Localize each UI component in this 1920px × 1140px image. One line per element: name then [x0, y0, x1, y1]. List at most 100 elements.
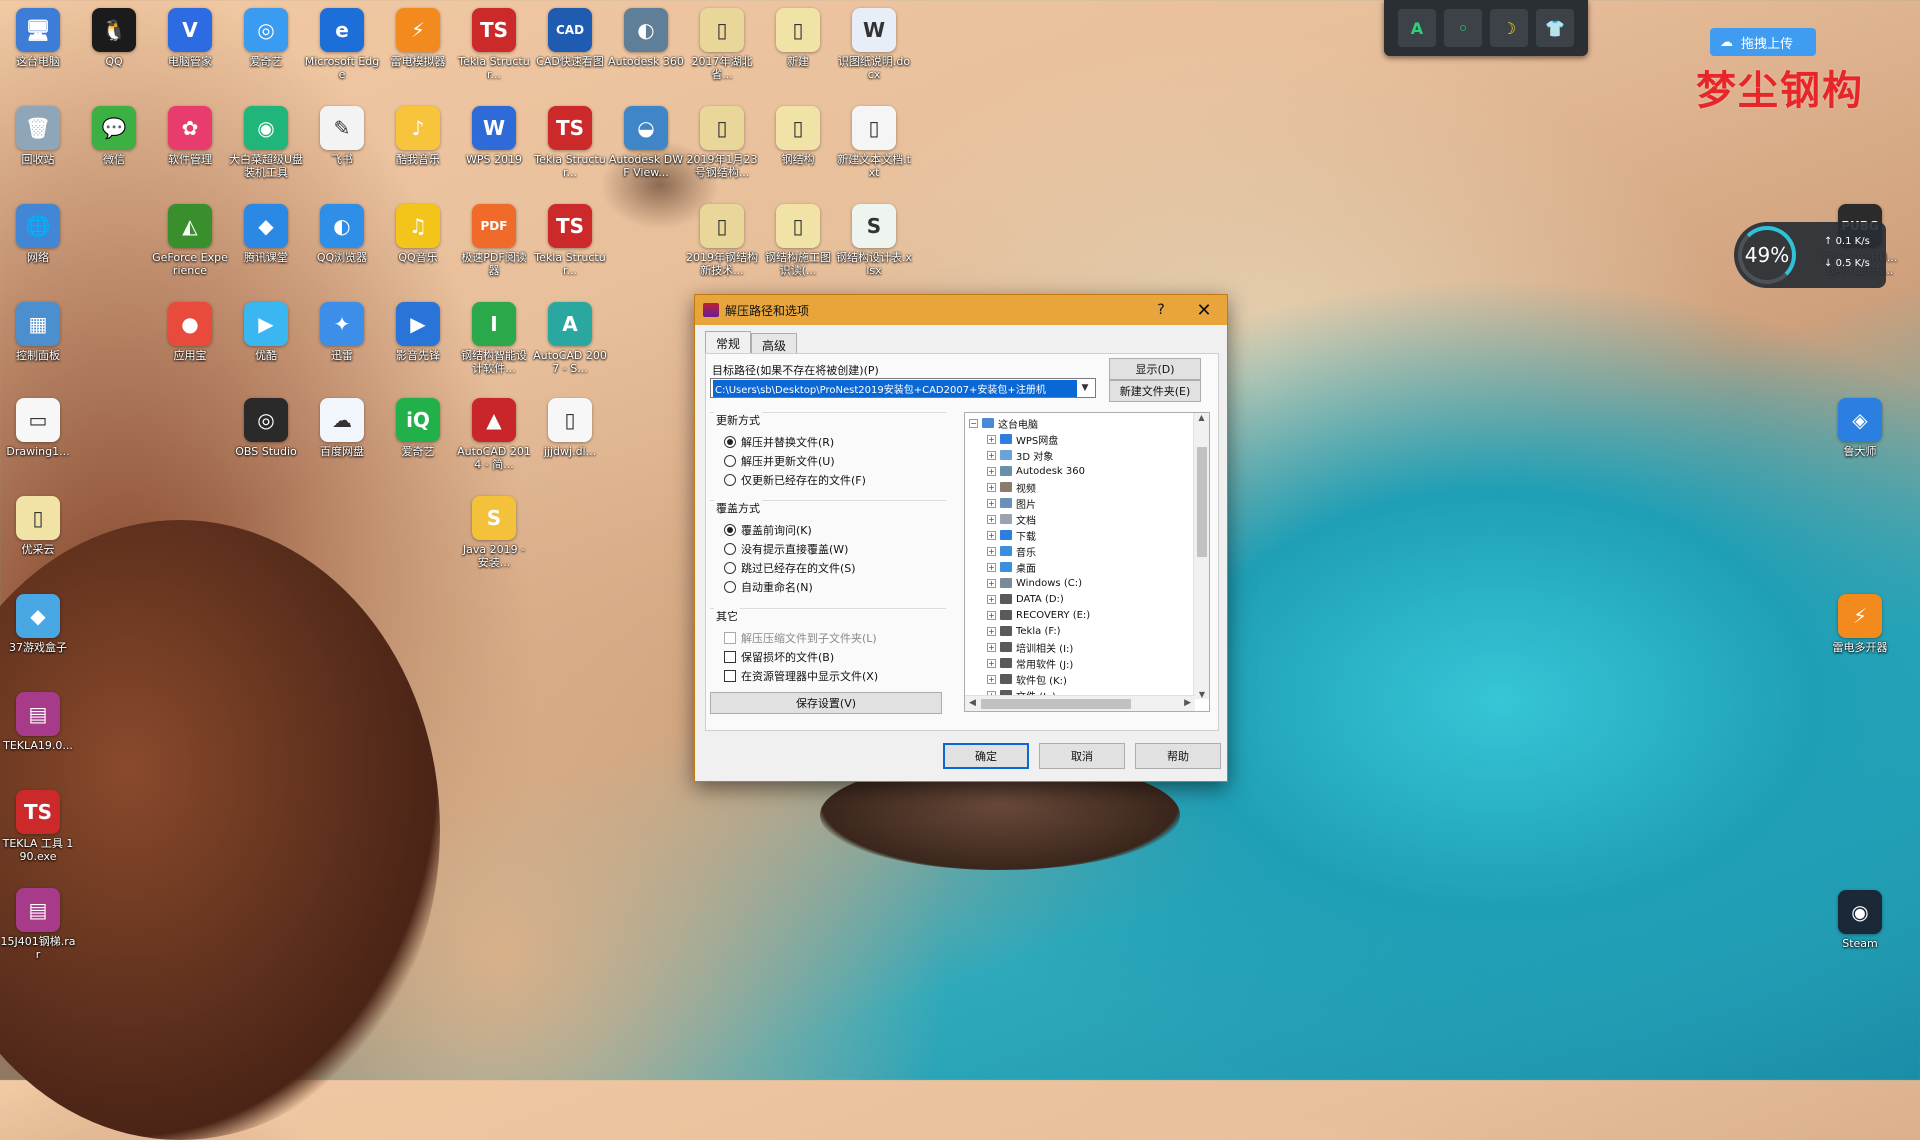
- desktop-icon[interactable]: W WPS 2019: [456, 106, 532, 166]
- desktop-icon[interactable]: TS TEKLA 工具 190.exe: [0, 790, 76, 863]
- expand-icon[interactable]: +: [987, 674, 996, 684]
- radio-option[interactable]: 仅更新已经存在的文件(F): [710, 470, 946, 489]
- desktop-icon[interactable]: ▯ 新建文本文档.txt: [836, 106, 912, 179]
- desktop-icon[interactable]: 🗑 回收站: [0, 106, 76, 166]
- radio-button[interactable]: [724, 561, 736, 574]
- desktop-icon[interactable]: ▶ 优酷: [228, 302, 304, 362]
- tree-node[interactable]: + Tekla (F:): [969, 623, 1209, 639]
- expand-icon[interactable]: +: [987, 530, 996, 540]
- chevron-down-icon[interactable]: ▼: [1077, 383, 1093, 393]
- desktop-icon[interactable]: 🖥 这台电脑: [0, 8, 76, 68]
- desktop-icon[interactable]: ⚡ 雷电模拟器: [380, 8, 456, 68]
- expand-icon[interactable]: +: [987, 594, 996, 604]
- desktop-icon[interactable]: ✿ 软件管理: [152, 106, 228, 166]
- expand-icon[interactable]: +: [987, 578, 996, 588]
- desktop-icon[interactable]: ▯ 2019年钢结构新技术...: [684, 204, 760, 277]
- tree-node[interactable]: + 桌面: [969, 559, 1209, 575]
- desktop-icon[interactable]: ◭ GeForce Experience: [152, 204, 228, 277]
- desktop-icon[interactable]: ▯ 钢结构: [760, 106, 836, 166]
- desktop-icon[interactable]: PDF 极速PDF阅读器: [456, 204, 532, 277]
- desktop-icon[interactable]: ● 应用宝: [152, 302, 228, 362]
- desktop-icon[interactable]: ◐ QQ浏览器: [304, 204, 380, 264]
- tree-hscroll-thumb[interactable]: [981, 699, 1131, 709]
- tree-node[interactable]: + Windows (C:): [969, 575, 1209, 591]
- toolbar-dots-button[interactable]: ◦: [1444, 9, 1482, 47]
- desktop-icon[interactable]: ☁ 百度网盘: [304, 398, 380, 458]
- desktop-icon[interactable]: ◒ Autodesk DWF View...: [608, 106, 684, 179]
- radio-button[interactable]: [724, 542, 736, 555]
- expand-icon[interactable]: +: [987, 434, 996, 444]
- expand-icon[interactable]: +: [987, 466, 996, 476]
- tree-node[interactable]: + 下载: [969, 527, 1209, 543]
- radio-button[interactable]: [724, 523, 736, 536]
- checkbox[interactable]: [724, 650, 736, 663]
- desktop-icon[interactable]: S Java 2019 - 安装...: [456, 496, 532, 569]
- radio-option[interactable]: 解压并更新文件(U): [710, 451, 946, 470]
- desktop-icon[interactable]: ▦ 控制面板: [0, 302, 76, 362]
- expand-icon[interactable]: +: [987, 514, 996, 524]
- desktop-icon[interactable]: ▯ 新建: [760, 8, 836, 68]
- toolbar-a-button[interactable]: A: [1398, 9, 1436, 47]
- desktop-icon[interactable]: e Microsoft Edge: [304, 8, 380, 81]
- desktop-icon[interactable]: ▤ 15J401钢梯.rar: [0, 888, 76, 961]
- checkbox-option[interactable]: 保留损坏的文件(B): [710, 647, 946, 666]
- desktop-icon[interactable]: 💬 微信: [76, 106, 152, 166]
- expand-icon[interactable]: +: [987, 482, 996, 492]
- folder-tree[interactable]: − 这台电脑 + WPS网盘 +3D 对象 + Autodesk 360 + 视频 + 图片 + 文档 +…: [964, 412, 1210, 712]
- help-button[interactable]: 帮助: [1135, 743, 1221, 769]
- expand-icon[interactable]: +: [987, 626, 996, 636]
- radio-option[interactable]: 跳过已经存在的文件(S): [710, 558, 946, 577]
- desktop-icon[interactable]: V 电脑管家: [152, 8, 228, 68]
- desktop-icon[interactable]: ♪ 酷我音乐: [380, 106, 456, 166]
- performance-widget[interactable]: 49% ↑ 0.1 K/s ↓ 0.5 K/s: [1734, 222, 1886, 288]
- expand-icon[interactable]: +: [987, 562, 996, 572]
- desktop-icon[interactable]: ◈ 鲁大师: [1822, 398, 1898, 458]
- new-folder-button[interactable]: 新建文件夹(E): [1109, 380, 1201, 402]
- tree-node[interactable]: − 这台电脑: [969, 415, 1209, 431]
- desktop-icon[interactable]: TS Tekla Structur...: [532, 106, 608, 179]
- desktop-icon[interactable]: ▭ Drawing1...: [0, 398, 76, 458]
- desktop-icon[interactable]: W 识图纸说明.docx: [836, 8, 912, 81]
- desktop-icon[interactable]: ⚡ 雷电多开器: [1822, 594, 1898, 654]
- desktop-icon[interactable]: ▯ 2019年1月23号钢结构...: [684, 106, 760, 179]
- tree-node[interactable]: + 培训相关 (I:): [969, 639, 1209, 655]
- scroll-down-icon[interactable]: ▼: [1194, 690, 1209, 699]
- desktop-icon[interactable]: ▶ 影音先锋: [380, 302, 456, 362]
- expand-icon[interactable]: +: [987, 610, 996, 620]
- radio-option[interactable]: 解压并替换文件(R): [710, 432, 946, 451]
- checkbox-option[interactable]: 在资源管理器中显示文件(X): [710, 666, 946, 685]
- dialog-titlebar[interactable]: 解压路径和选项 ? ✕: [695, 295, 1227, 325]
- drag-upload-button[interactable]: ☁ 拖拽上传: [1710, 28, 1816, 56]
- desktop-icon[interactable]: ▯ 2017年湖北省...: [684, 8, 760, 81]
- desktop-icon[interactable]: TS Tekla Structur...: [532, 204, 608, 277]
- desktop-icon[interactable]: ▯ 优采云: [0, 496, 76, 556]
- desktop-icon[interactable]: ◎ 爱奇艺: [228, 8, 304, 68]
- desktop-icon[interactable]: ◉ Steam: [1822, 890, 1898, 950]
- desktop-icon[interactable]: CAD CAD快速看图: [532, 8, 608, 68]
- radio-button[interactable]: [724, 473, 736, 486]
- desktop-icon[interactable]: ▯ jjjdwj.dl...: [532, 398, 608, 458]
- scroll-right-icon[interactable]: ▶: [1184, 698, 1191, 708]
- radio-option[interactable]: 自动重命名(N): [710, 577, 946, 596]
- desktop-icon[interactable]: ◆ 腾讯课堂: [228, 204, 304, 264]
- desktop-icon[interactable]: A AutoCAD 2007 - S...: [532, 302, 608, 375]
- desktop-icon[interactable]: iQ 爱奇艺: [380, 398, 456, 458]
- desktop-icon[interactable]: S 钢结构设计表.xlsx: [836, 204, 912, 277]
- tree-vertical-scrollbar[interactable]: ▲ ▼: [1193, 413, 1209, 699]
- expand-icon[interactable]: +: [987, 498, 996, 508]
- tree-node[interactable]: + WPS网盘: [969, 431, 1209, 447]
- destination-path-value[interactable]: C:\Users\sb\Desktop\ProNest2019安装包+CAD20…: [713, 379, 1077, 397]
- scroll-left-icon[interactable]: ◀: [969, 698, 976, 708]
- tree-node[interactable]: + 文档: [969, 511, 1209, 527]
- desktop-icon[interactable]: 🌐 网络: [0, 204, 76, 264]
- tree-node[interactable]: + 常用软件 (J:): [969, 655, 1209, 671]
- tree-node[interactable]: + DATA (D:): [969, 591, 1209, 607]
- radio-option[interactable]: 覆盖前询问(K): [710, 520, 946, 539]
- desktop-icon[interactable]: I 钢结构智能设计软件...: [456, 302, 532, 375]
- toolbar-moon-button[interactable]: ☽: [1490, 9, 1528, 47]
- checkbox[interactable]: [724, 669, 736, 682]
- desktop-icon[interactable]: ▲ AutoCAD 2014 - 简...: [456, 398, 532, 471]
- desktop-icon[interactable]: 🐧 QQ: [76, 8, 152, 68]
- radio-button[interactable]: [724, 580, 736, 593]
- expand-icon[interactable]: +: [987, 658, 996, 668]
